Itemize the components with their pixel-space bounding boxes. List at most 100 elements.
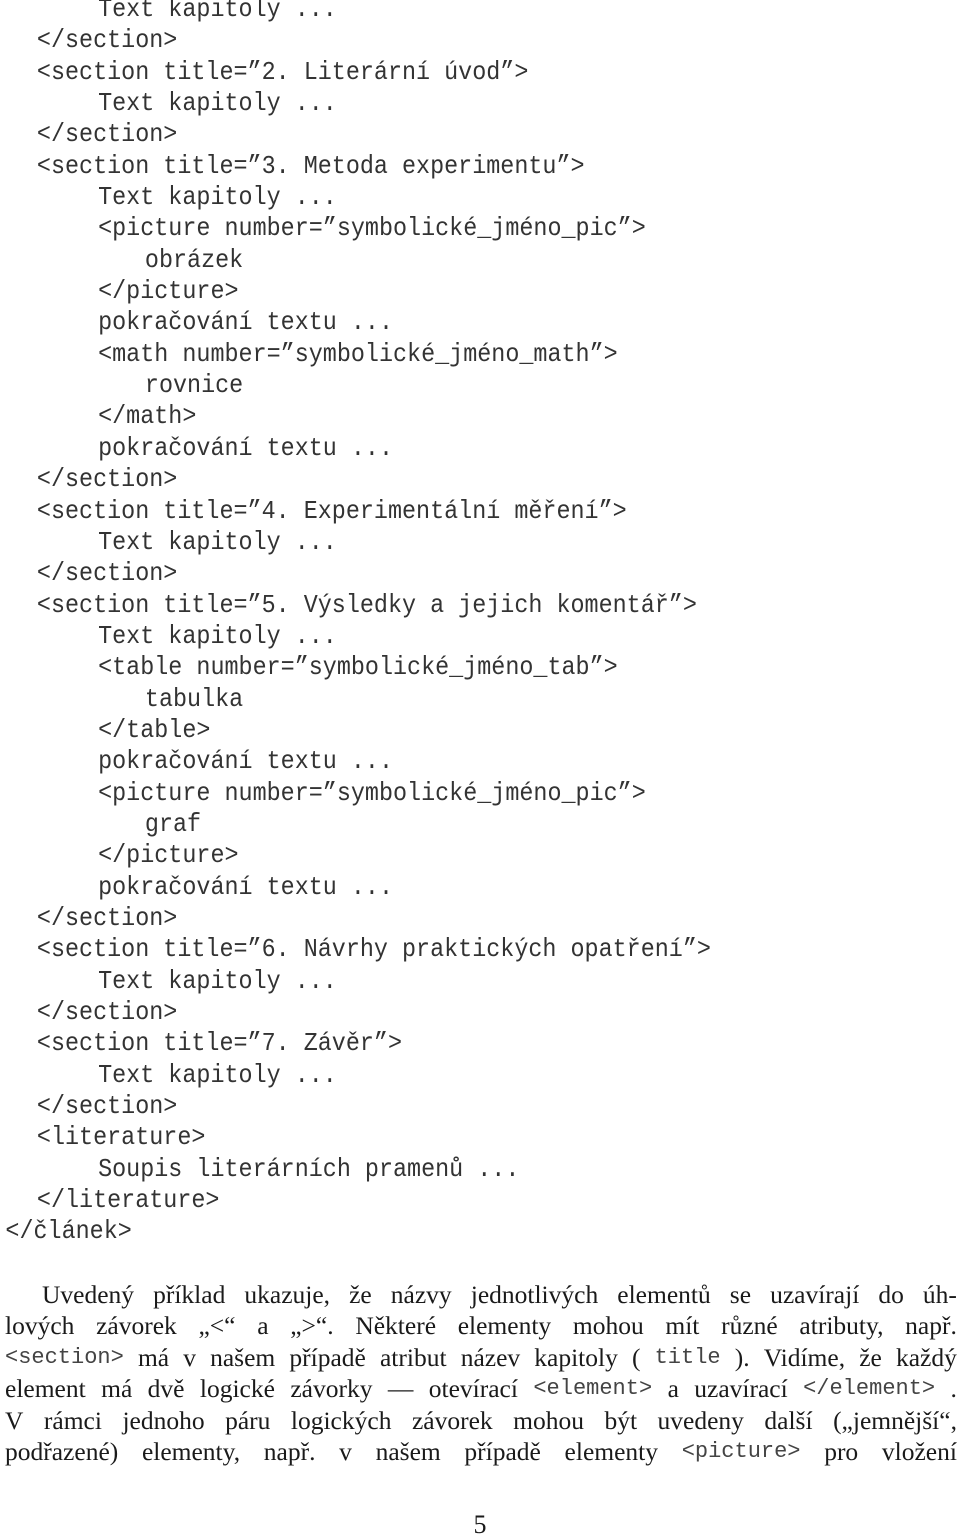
word: má: [101, 1374, 133, 1404]
word: že: [859, 1342, 882, 1372]
word: pro: [824, 1436, 859, 1466]
code-line: </section>: [36, 1091, 178, 1122]
paragraph-line: <section> má v našem případě atribut název kapi…: [5, 1342, 957, 1373]
paragraph-line: Uvedený příklad ukazuje, že názvy jednotlivýc…: [5, 1279, 957, 1310]
word: —: [387, 1374, 414, 1404]
word: další: [764, 1405, 813, 1435]
word: jednotlivých: [470, 1280, 599, 1309]
word: vložení: [881, 1436, 957, 1466]
code-line: <section title=”4. Experimentální měření…: [36, 495, 627, 526]
word: v: [339, 1436, 352, 1466]
code-line: <picture number=”symbolické_jméno_pic”>: [98, 777, 646, 808]
word: rámci: [43, 1405, 102, 1435]
word: podřazené): [5, 1436, 119, 1466]
code-line: graf: [144, 808, 202, 839]
code-line: </literature>: [36, 1185, 220, 1216]
word: závorek: [96, 1311, 177, 1341]
word: našem: [375, 1436, 441, 1466]
word: elementy: [564, 1436, 659, 1466]
inline-code: <section>: [5, 1344, 124, 1370]
code-line: </picture>: [98, 276, 239, 307]
word: a: [257, 1311, 269, 1341]
word: (: [631, 1342, 641, 1372]
code-line: Soupis literárních pramenů ...: [98, 1153, 520, 1184]
code-line: Text kapitoly ...: [98, 182, 337, 213]
paragraph-line: element má dvě logické závorky — otevírací <ele…: [5, 1373, 957, 1404]
word: příklad: [153, 1280, 226, 1309]
word: logických: [290, 1405, 392, 1435]
word: např.: [905, 1311, 957, 1341]
code-line: </section>: [36, 464, 178, 495]
body-paragraph: Uvedený příklad ukazuje, že názvy jednotlivýc…: [5, 1279, 957, 1467]
word: uvedeny: [657, 1405, 744, 1435]
code-line: <section title=”2. Literární úvod”>: [36, 56, 529, 87]
code-line: </section>: [36, 119, 178, 150]
word: otevírací: [428, 1374, 518, 1404]
inline-code: <element>: [533, 1376, 653, 1402]
code-line: </picture>: [98, 840, 239, 871]
code-line: <section title=”3. Metoda experimentu”>: [36, 150, 585, 181]
paragraph-line: Vrámci jednoho páru logických závorek mohou bý…: [5, 1405, 957, 1436]
word: lových: [5, 1311, 75, 1341]
code-line: </section>: [36, 997, 178, 1027]
word: páru: [225, 1405, 271, 1435]
code-line: obrázek: [144, 244, 244, 275]
code-line: <section title=”5. Výsledky a jejich kom…: [36, 589, 697, 620]
inline-code: </element>: [803, 1376, 936, 1402]
word: že: [349, 1280, 372, 1309]
word: název: [460, 1342, 521, 1372]
code-line: </section>: [36, 558, 178, 589]
code-line: pokračování textu ...: [98, 307, 393, 338]
code-line: Text kapitoly ...: [98, 620, 337, 651]
word: „<“: [198, 1311, 236, 1341]
word: každý: [895, 1342, 957, 1372]
code-line: <table number=”symbolické_jméno_tab”>: [98, 652, 618, 683]
code-line: </table>: [98, 714, 211, 745]
word: dvě: [147, 1374, 185, 1404]
code-line: <math number=”symbolické_jméno_math”>: [98, 338, 618, 369]
code-line: Text kapitoly ...: [98, 526, 337, 557]
word: v: [183, 1342, 196, 1372]
word: elementy,: [141, 1436, 241, 1466]
code-line: <literature>: [36, 1122, 206, 1153]
code-line: pokračování textu ...: [98, 871, 393, 902]
code-line: tabulka: [144, 683, 244, 714]
code-line: Text kapitoly ...: [98, 1059, 337, 1090]
word: element: [5, 1374, 86, 1404]
word: a: [667, 1374, 679, 1404]
word: ).: [734, 1342, 750, 1372]
code-line: Text kapitoly ...: [98, 88, 337, 119]
word: uzavírají: [770, 1280, 860, 1309]
word: jednoho: [122, 1405, 205, 1435]
word: různé: [721, 1311, 778, 1341]
word: případě: [464, 1436, 541, 1466]
code-line: </článek>: [5, 1216, 132, 1247]
word: úh-: [922, 1280, 957, 1309]
word: případě: [289, 1342, 366, 1372]
word: se: [729, 1280, 752, 1309]
inline-code: title: [654, 1344, 721, 1370]
word: např.: [263, 1436, 316, 1466]
word: Uvedený: [42, 1280, 135, 1309]
word: elementy: [457, 1311, 552, 1341]
paragraph-line: lových závorek „<“ a „>“. Některé elementy moho…: [5, 1310, 957, 1341]
word: „>“.: [290, 1311, 334, 1341]
word: do: [878, 1280, 904, 1309]
word: („jemnější“,: [833, 1405, 957, 1435]
code-line: pokračování textu ...: [98, 432, 393, 463]
word: uzavírací: [694, 1374, 788, 1404]
word: .: [950, 1374, 957, 1404]
word: mohou: [513, 1405, 584, 1435]
code-line: pokračování textu ...: [98, 746, 393, 777]
word: ukazuje,: [244, 1280, 331, 1309]
word: být: [604, 1405, 638, 1435]
code-line: rovnice: [144, 370, 244, 401]
word: mohou: [572, 1311, 644, 1341]
word: logické: [199, 1374, 275, 1404]
word: V: [5, 1405, 24, 1435]
code-line: <section title=”7. Závěr”>: [36, 1028, 403, 1059]
code-line: </math>: [98, 401, 197, 432]
word: názvy: [390, 1280, 452, 1309]
word: mít: [665, 1311, 700, 1341]
word: Některé: [355, 1311, 437, 1341]
